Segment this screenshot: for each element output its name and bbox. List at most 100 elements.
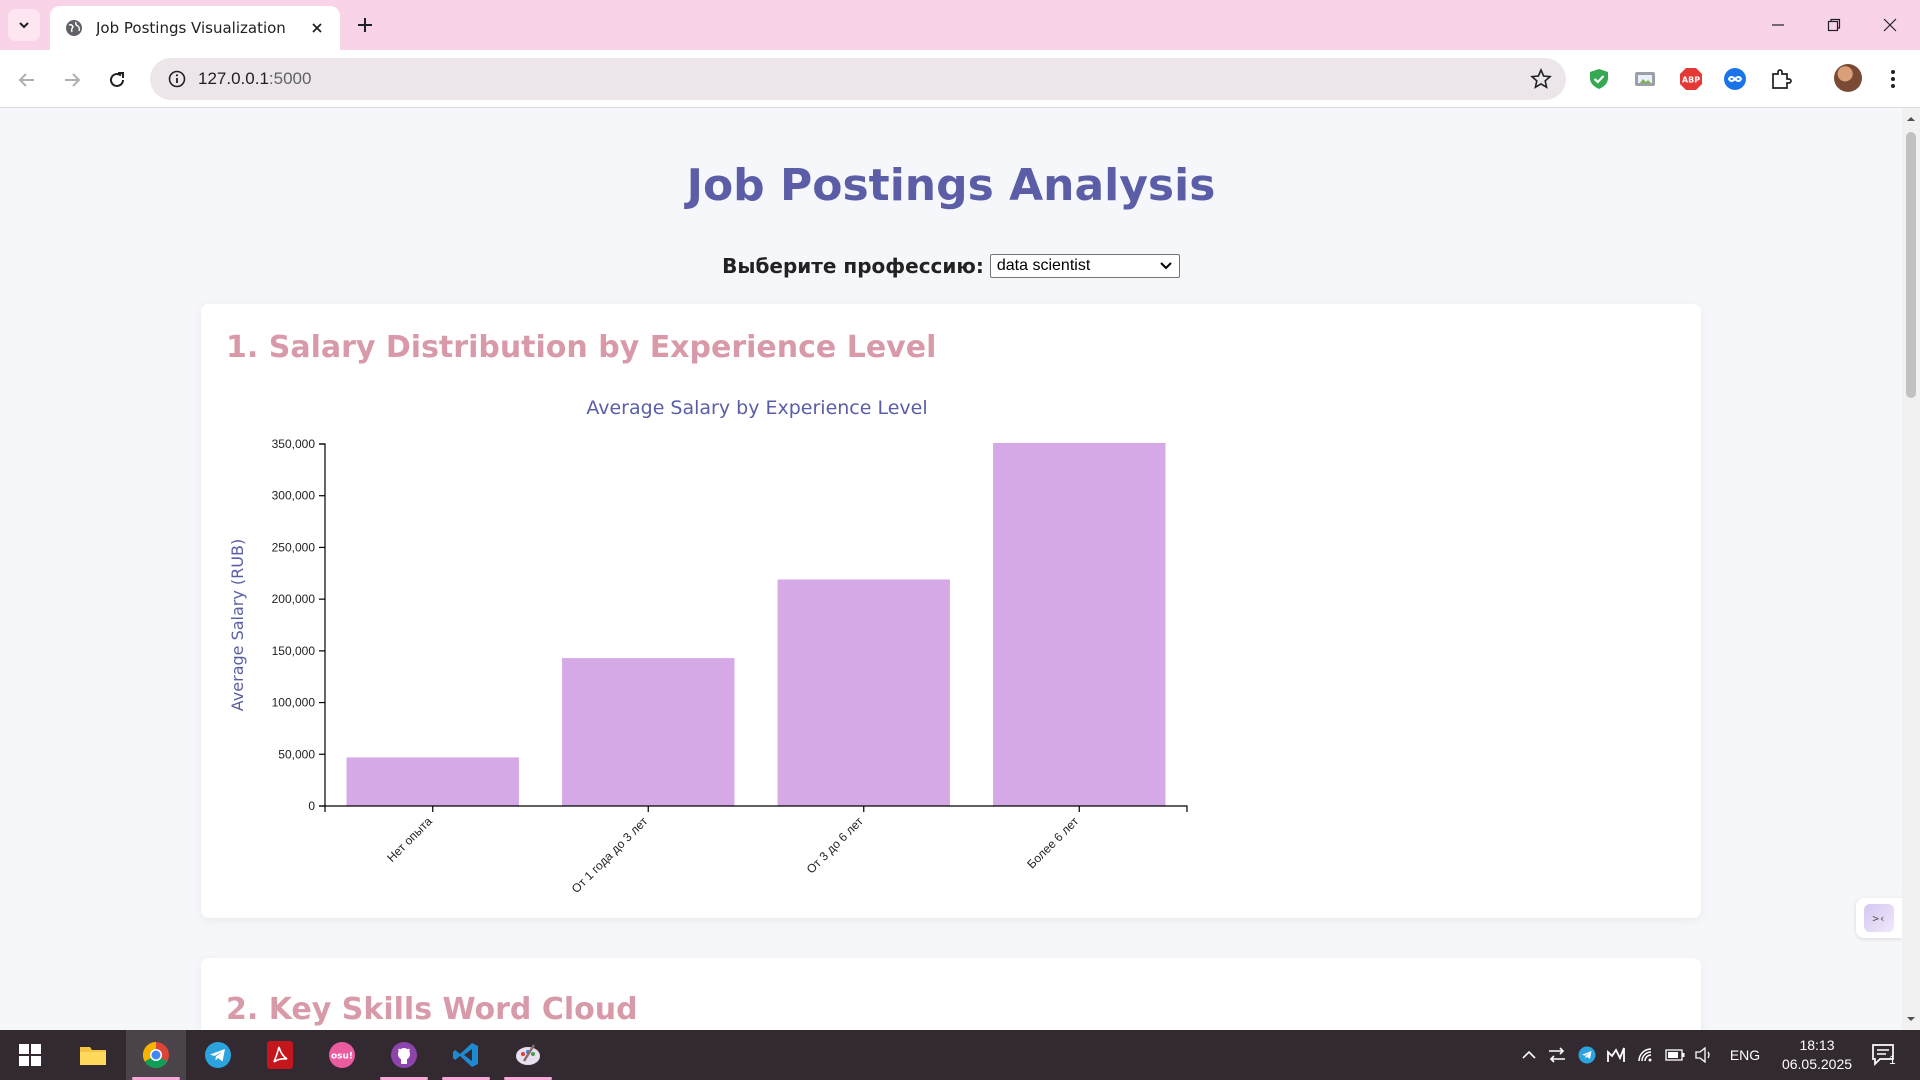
y-tick-label: 350,000: [272, 437, 316, 451]
plus-icon: [358, 18, 372, 32]
page-viewport: Job Postings Analysis Выберите профессию…: [0, 108, 1902, 1030]
address-bar[interactable]: 127.0.0.1:5000: [150, 58, 1566, 100]
chevron-down-icon: [19, 22, 29, 29]
monitor-tray-icon[interactable]: [1604, 1030, 1630, 1080]
section-heading-skills: 2. Key Skills Word Cloud: [226, 992, 638, 1027]
url-port: :5000: [268, 69, 312, 88]
osu-icon: osu!: [329, 1042, 355, 1068]
github-taskbar-button[interactable]: [374, 1030, 434, 1080]
minimize-button[interactable]: [1750, 0, 1806, 50]
x-tick-label: От 3 до 6 лет: [804, 814, 867, 877]
minimize-icon: [1772, 24, 1784, 26]
x-tick-label: Более 6 лет: [1024, 814, 1081, 871]
profession-select-value: data scientist: [996, 257, 1091, 274]
salary-section-card: 1. Salary Distribution by Experience Lev…: [201, 304, 1701, 918]
page-scrollbar[interactable]: [1902, 108, 1920, 1030]
y-tick-label: 150,000: [272, 644, 316, 658]
scroll-down-icon[interactable]: [1906, 1014, 1916, 1024]
clock-time: 18:13: [1799, 1037, 1835, 1053]
notification-count: 1: [1889, 1053, 1896, 1067]
scroll-up-icon[interactable]: [1906, 114, 1916, 124]
forward-button[interactable]: [55, 63, 89, 97]
osu-taskbar-button[interactable]: osu!: [312, 1030, 372, 1080]
infinity-extension-icon[interactable]: [1722, 66, 1748, 92]
acrobat-icon: [267, 1041, 293, 1069]
start-button[interactable]: [0, 1030, 60, 1080]
side-panel-widget[interactable]: >‹: [1856, 898, 1902, 938]
y-tick-label: 200,000: [272, 592, 316, 606]
chart-title: Average Salary by Experience Level: [586, 397, 927, 419]
adblock-plus-icon[interactable]: ABP: [1678, 66, 1704, 92]
bar-0: [346, 757, 519, 806]
url-text: 127.0.0.1:5000: [198, 69, 311, 89]
reload-button[interactable]: [100, 63, 134, 97]
github-icon: [391, 1042, 417, 1068]
bookmark-star-icon[interactable]: [1530, 67, 1552, 90]
notification-center-button[interactable]: 1: [1864, 1040, 1904, 1070]
x-tick-label: От 1 года до 3 лет: [569, 814, 651, 896]
acrobat-taskbar-button[interactable]: [250, 1030, 310, 1080]
globe-icon: [64, 18, 84, 38]
page-title: Job Postings Analysis: [686, 160, 1216, 211]
close-tab-icon[interactable]: [306, 17, 328, 39]
y-axis-line: [319, 443, 326, 807]
bar-1: [562, 658, 735, 806]
site-info-icon[interactable]: [156, 70, 198, 88]
bar-3: [993, 442, 1166, 806]
restore-button[interactable]: [1806, 0, 1862, 50]
arrow-right-icon: [65, 73, 81, 87]
windows-logo-icon: [19, 1044, 41, 1066]
y-tick-label: 50,000: [278, 747, 315, 761]
x-tick-label: Нет опыта: [384, 814, 435, 865]
y-tick-label: 250,000: [272, 540, 316, 554]
vscode-taskbar-button[interactable]: [436, 1030, 496, 1080]
chrome-taskbar-button[interactable]: [126, 1030, 186, 1080]
new-tab-button[interactable]: [350, 10, 380, 40]
puzzle-extensions-icon[interactable]: [1768, 66, 1794, 92]
wifi-icon[interactable]: [1634, 1030, 1660, 1080]
tab-title: Job Postings Visualization: [96, 19, 286, 37]
browser-menu-button[interactable]: [1880, 66, 1906, 92]
tab-search-button[interactable]: [8, 9, 40, 41]
folder-icon: [80, 1047, 106, 1065]
telegram-tray-icon[interactable]: [1574, 1030, 1600, 1080]
scroll-thumb[interactable]: [1906, 132, 1916, 398]
battery-icon[interactable]: [1662, 1030, 1688, 1080]
paint-icon: [516, 1044, 540, 1065]
vscode-icon: [453, 1043, 478, 1067]
profession-selector-row: Выберите профессию: data scientist: [0, 254, 1902, 278]
arrow-left-icon: [18, 73, 34, 87]
telegram-taskbar-button[interactable]: [188, 1030, 248, 1080]
tray-overflow-icon[interactable]: [1516, 1030, 1542, 1080]
cast-extension-icon[interactable]: [1632, 66, 1658, 92]
browser-toolbar: 127.0.0.1:5000 ABP: [0, 50, 1920, 108]
language-indicator[interactable]: ENG: [1722, 1030, 1768, 1080]
browser-tabbar: Job Postings Visualization: [0, 0, 1920, 50]
y-tick-label: 300,000: [272, 489, 316, 503]
more-vertical-icon: [1891, 70, 1895, 88]
restore-icon: [1827, 18, 1841, 32]
clock-date: 06.05.2025: [1781, 1056, 1853, 1072]
paint-taskbar-button[interactable]: [498, 1030, 558, 1080]
windows-taskbar: osu! ENG 18:13 06.05.2025 1: [0, 1030, 1920, 1080]
url-host: 127.0.0.1: [198, 69, 269, 88]
tab-active[interactable]: Job Postings Visualization: [50, 6, 340, 50]
salary-bar-chart: Average Salary by Experience Level Averag…: [228, 397, 1188, 896]
svg-text:ABP: ABP: [1682, 76, 1700, 85]
code-icon: >‹: [1864, 904, 1894, 932]
y-tick-label: 100,000: [272, 696, 316, 710]
notification-icon: [1872, 1044, 1894, 1067]
network-settings-icon[interactable]: [1544, 1030, 1570, 1080]
chevron-down-icon: [1160, 262, 1172, 270]
volume-icon[interactable]: [1692, 1030, 1718, 1080]
file-explorer-button[interactable]: [63, 1030, 123, 1080]
skills-section-card: 2. Key Skills Word Cloud: [201, 958, 1701, 1030]
profile-avatar[interactable]: [1834, 64, 1862, 92]
shield-extension-icon[interactable]: [1586, 66, 1612, 92]
back-button[interactable]: [10, 63, 44, 97]
bar-2: [777, 579, 950, 806]
close-window-button[interactable]: [1862, 0, 1918, 50]
y-axis-label: Average Salary (RUB): [228, 539, 247, 711]
profession-select[interactable]: data scientist: [989, 254, 1180, 278]
taskbar-clock[interactable]: 18:13 06.05.2025: [1772, 1036, 1862, 1074]
